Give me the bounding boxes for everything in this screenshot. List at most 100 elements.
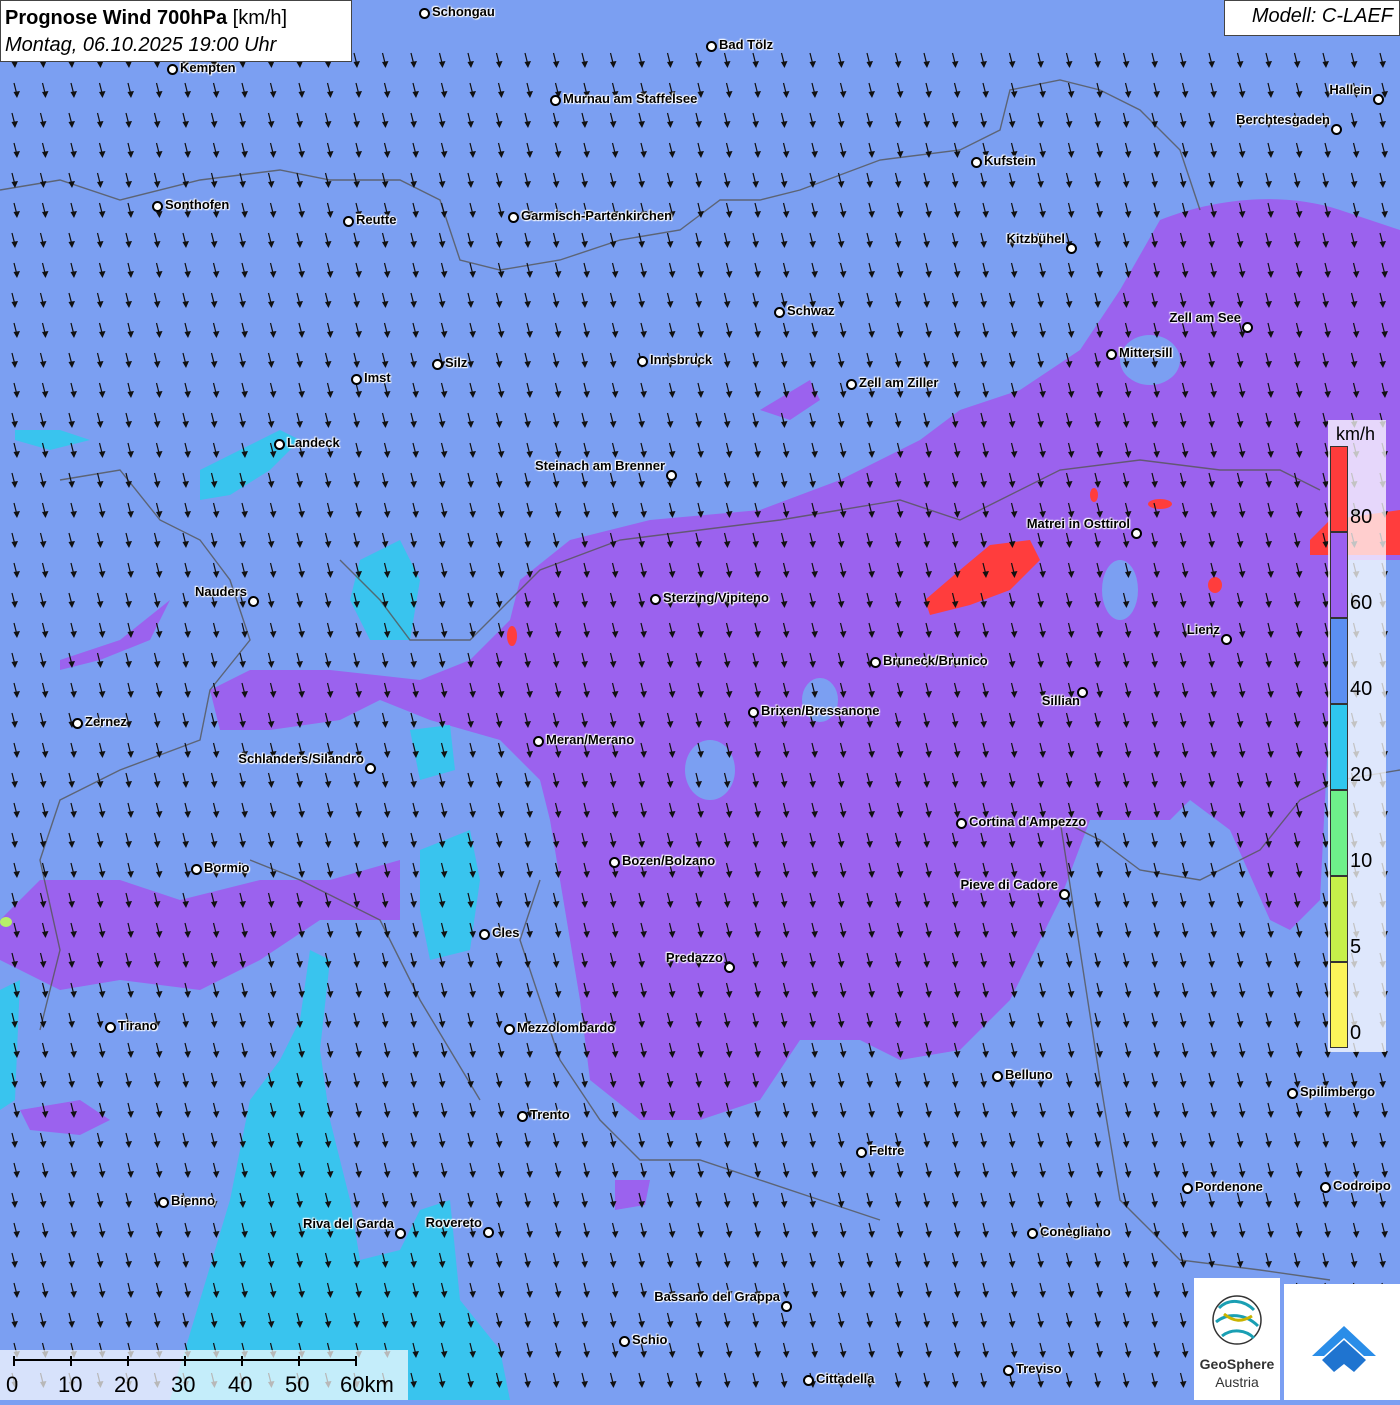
city-label: Innsbruck <box>650 352 713 367</box>
legend-unit: km/h <box>1336 424 1376 444</box>
city-marker-icon <box>609 857 620 868</box>
city-label: Sterzing/Vipiteno <box>663 590 769 605</box>
city-marker-icon <box>504 1024 515 1035</box>
city-label: Rovereto <box>425 1215 482 1230</box>
scale-label: 50 <box>285 1372 310 1397</box>
city-label: Silz <box>445 355 468 370</box>
city-marker-icon <box>870 657 881 668</box>
city-label: Schio <box>632 1332 668 1347</box>
city-marker-icon <box>1287 1088 1298 1099</box>
city-label: Zell am Ziller <box>859 375 939 390</box>
city-marker-icon <box>1106 349 1117 360</box>
scale-label: 30 <box>171 1372 196 1397</box>
scale-label: 60km <box>340 1372 394 1397</box>
city-label: Hallein <box>1329 82 1372 97</box>
weather-app-logo <box>1284 1284 1400 1400</box>
city-label: Bassano del Grappa <box>654 1289 780 1304</box>
city-marker-icon <box>1003 1365 1014 1376</box>
city-marker-icon <box>650 594 661 605</box>
city-label: Zernez <box>85 714 127 729</box>
city-marker-icon <box>1331 124 1342 135</box>
city-marker-icon <box>706 41 717 52</box>
city-label: Sonthofen <box>165 197 230 212</box>
city-marker-icon <box>105 1022 116 1033</box>
city-label: Belluno <box>1005 1067 1053 1082</box>
city-marker-icon <box>479 929 490 940</box>
city-label: Berchtesgaden <box>1236 112 1330 127</box>
geosphere-emblem-icon <box>1212 1295 1262 1345</box>
city-label: Bozen/Bolzano <box>622 853 716 868</box>
city-label: Zell am See <box>1169 310 1241 325</box>
city-label: Imst <box>364 370 391 385</box>
city-marker-icon <box>724 962 735 973</box>
city-label: Cittadella <box>816 1371 875 1386</box>
city-marker-icon <box>72 718 83 729</box>
city-marker-icon <box>971 157 982 168</box>
city-marker-icon <box>1242 322 1253 333</box>
legend-label: 5 <box>1350 936 1362 958</box>
wind-zone-20-40-mid <box>420 830 480 960</box>
legend-label: 10 <box>1350 850 1373 872</box>
city-label: Mittersill <box>1119 345 1173 360</box>
city-marker-icon <box>846 379 857 390</box>
color-legend: km/h 80 60 40 20 10 5 0 <box>1328 420 1386 1052</box>
city-label: Bad Tölz <box>719 37 774 52</box>
city-marker-icon <box>637 356 648 367</box>
city-marker-icon <box>619 1336 630 1347</box>
city-label: Meran/Merano <box>546 732 635 747</box>
city-label: Schongau <box>432 4 495 19</box>
city-marker-icon <box>1320 1182 1331 1193</box>
city-marker-icon <box>191 864 202 875</box>
city-label: Landeck <box>287 435 340 450</box>
city-label: Sillian <box>1041 693 1080 708</box>
map-title-unit: [km/h] <box>232 7 288 29</box>
city-marker-icon <box>1182 1183 1193 1194</box>
city-marker-icon <box>1373 94 1384 105</box>
city-marker-icon <box>666 470 677 481</box>
city-marker-icon <box>1131 528 1142 539</box>
city-label: Matrei in Osttirol <box>1026 516 1130 531</box>
forecast-datetime: Montag, 06.10.2025 19:00 Uhr <box>5 34 277 56</box>
city-label: Riva del Garda <box>302 1216 394 1231</box>
city-marker-icon <box>365 763 376 774</box>
city-marker-icon <box>774 307 785 318</box>
city-marker-icon <box>248 596 259 607</box>
city-marker-icon <box>956 818 967 829</box>
title-panel: Prognose Wind 700hPa [km/h] Montag, 06.1… <box>0 0 352 62</box>
city-marker-icon <box>432 359 443 370</box>
city-marker-icon <box>343 216 354 227</box>
legend-label: 20 <box>1350 764 1373 786</box>
map-title: Prognose Wind 700hPa [km/h] <box>5 4 347 32</box>
geosphere-name: GeoSphere <box>1199 1356 1275 1372</box>
city-marker-icon <box>856 1147 867 1158</box>
scale-label: 20 <box>114 1372 139 1397</box>
city-marker-icon <box>1059 889 1070 900</box>
city-marker-icon <box>483 1227 494 1238</box>
city-label: Murnau am Staffelsee <box>563 91 698 106</box>
city-label: Treviso <box>1016 1361 1062 1376</box>
city-label: Bienno <box>171 1193 216 1208</box>
legend-swatch <box>1330 876 1348 962</box>
city-label: Lienz <box>1186 622 1220 637</box>
city-marker-icon <box>274 439 285 450</box>
city-marker-icon <box>748 707 759 718</box>
scale-label: 10 <box>58 1372 83 1397</box>
legend-swatch <box>1330 790 1348 876</box>
city-marker-icon <box>1221 634 1232 645</box>
legend-label: 0 <box>1350 1022 1362 1044</box>
city-label: Kitzbühel <box>1006 231 1066 246</box>
city-label: Kempten <box>180 60 236 75</box>
city-label: Trento <box>530 1107 570 1122</box>
legend-swatch <box>1330 962 1348 1048</box>
city-marker-icon <box>158 1197 169 1208</box>
city-label: Bruneck/Brunico <box>883 653 988 668</box>
geosphere-sub: Austria <box>1215 1374 1259 1390</box>
city-marker-icon <box>992 1071 1003 1082</box>
city-marker-icon <box>351 374 362 385</box>
legend-swatch <box>1330 532 1348 618</box>
city-label: Kufstein <box>984 153 1036 168</box>
legend-swatch <box>1330 446 1348 532</box>
legend-swatch <box>1330 704 1348 790</box>
city-marker-icon <box>508 212 519 223</box>
city-label: Predazzo <box>665 950 723 965</box>
